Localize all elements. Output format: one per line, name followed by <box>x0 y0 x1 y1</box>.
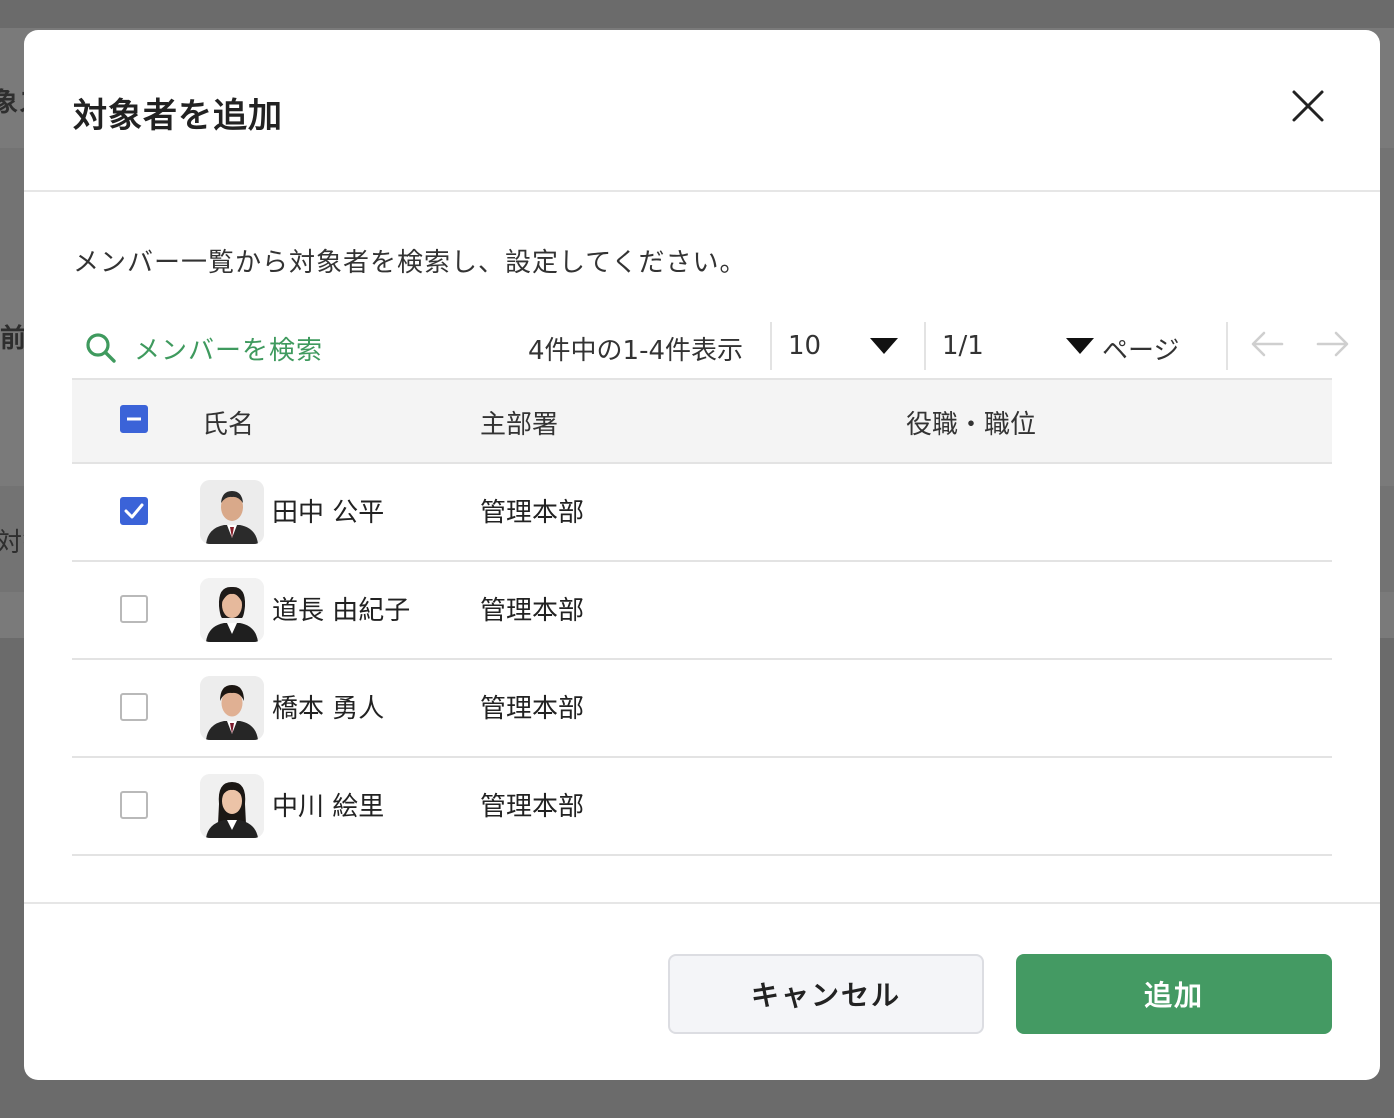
page-value: 1/1 <box>942 331 984 361</box>
add-target-dialog: 対象者を追加 メンバー一覧から対象者を検索し、設定してください。 メンバーを検索… <box>24 30 1380 1080</box>
prev-page-button[interactable] <box>1248 324 1288 364</box>
search-label: メンバーを検索 <box>134 335 324 366</box>
column-header-name: 氏名 <box>202 410 255 440</box>
member-department: 管理本部 <box>480 498 585 528</box>
result-count: 4件中の1-4件表示 <box>528 336 744 366</box>
member-name: 橋本 勇人 <box>272 694 385 724</box>
dialog-description: メンバー一覧から対象者を検索し、設定してください。 <box>73 248 747 278</box>
per-page-select[interactable]: 10 <box>788 320 920 372</box>
avatar <box>200 774 264 838</box>
avatar <box>200 676 264 740</box>
member-name: 中川 絵里 <box>272 792 385 822</box>
next-page-button[interactable] <box>1312 324 1352 364</box>
avatar <box>200 480 264 544</box>
dropdown-arrow-icon <box>870 338 898 354</box>
per-page-value: 10 <box>788 331 822 361</box>
dialog-header: 対象者を追加 <box>24 30 1380 192</box>
column-header-position: 役職・職位 <box>906 410 1037 440</box>
indeterminate-icon <box>127 417 141 421</box>
dialog-title: 対象者を追加 <box>73 96 283 136</box>
dropdown-arrow-icon <box>1066 338 1094 354</box>
member-department: 管理本部 <box>480 596 585 626</box>
dialog-footer: キャンセル 追加 <box>24 902 1380 1080</box>
table-toolbar: メンバーを検索 4件中の1-4件表示 10 1/1 ページ <box>72 320 1349 376</box>
member-department: 管理本部 <box>480 694 585 724</box>
divider <box>924 322 926 370</box>
row-checkbox[interactable] <box>120 791 148 819</box>
member-name: 道長 由紀子 <box>272 596 411 626</box>
close-icon <box>1292 90 1324 122</box>
member-search-button[interactable]: メンバーを検索 <box>84 320 323 376</box>
member-name: 田中 公平 <box>272 498 385 528</box>
arrow-right-icon <box>1316 331 1349 357</box>
add-button[interactable]: 追加 <box>1016 954 1332 1034</box>
column-header-department: 主部署 <box>480 410 559 440</box>
table-row[interactable]: 中川 絵里 管理本部 <box>72 758 1332 856</box>
close-button[interactable] <box>1284 82 1332 130</box>
background-label: 前 <box>0 324 27 354</box>
avatar <box>200 578 264 642</box>
arrow-left-icon <box>1251 331 1284 357</box>
divider <box>1226 322 1228 370</box>
row-checkbox[interactable] <box>120 693 148 721</box>
page-suffix: ページ <box>1102 336 1180 366</box>
select-all-checkbox[interactable] <box>120 405 148 433</box>
member-department: 管理本部 <box>480 792 585 822</box>
row-checkbox[interactable] <box>120 497 148 525</box>
table-row[interactable]: 道長 由紀子 管理本部 <box>72 562 1332 660</box>
table-row[interactable]: 田中 公平 管理本部 <box>72 464 1332 562</box>
row-checkbox[interactable] <box>120 595 148 623</box>
cancel-button[interactable]: キャンセル <box>668 954 984 1034</box>
table-row[interactable]: 橋本 勇人 管理本部 <box>72 660 1332 758</box>
search-icon <box>86 333 116 363</box>
member-table: 氏名 主部署 役職・職位 田中 公平 管理本部 道長 由紀子 管理本部 橋本 勇… <box>72 378 1332 856</box>
check-icon <box>124 503 144 519</box>
divider <box>770 322 772 370</box>
table-header: 氏名 主部署 役職・職位 <box>72 378 1332 464</box>
